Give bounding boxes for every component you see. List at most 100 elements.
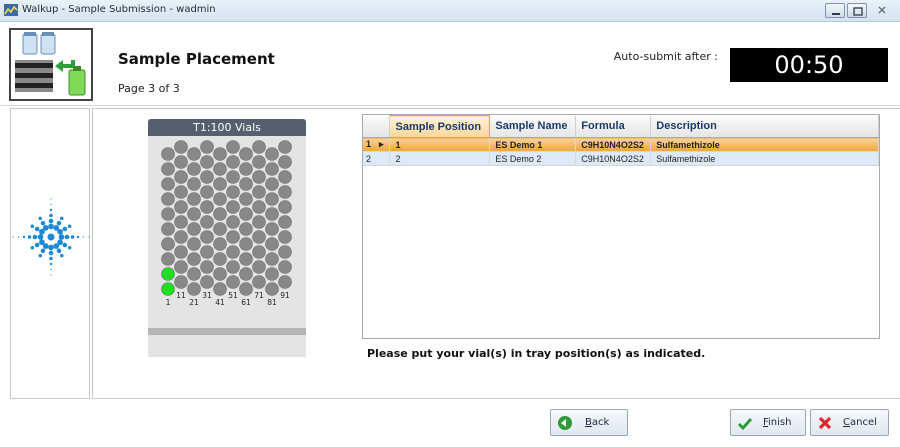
tray-column-label: 11 [176, 291, 186, 300]
window-title: Walkup - Sample Submission - wadmin [22, 4, 216, 15]
vial [278, 275, 292, 289]
vial [174, 200, 188, 214]
table-row[interactable]: 1 ▸ 1 ES Demo 1 C9H10N4O2S2 Sulfamethizol… [363, 137, 879, 152]
maximize-button[interactable] [847, 3, 867, 18]
vial [200, 185, 214, 199]
table-row[interactable]: 2 2 ES Demo 2 C9H10N4O2S2 Sulfamethizole [363, 151, 879, 166]
minimize-icon [832, 13, 840, 15]
maximize-icon [853, 7, 863, 16]
page-title: Sample Placement [118, 50, 275, 68]
vial [226, 140, 240, 154]
tray-column-label: 31 [202, 291, 212, 300]
tray-footer-bar [148, 328, 306, 335]
vial [239, 222, 253, 236]
vial [174, 230, 188, 244]
vial [174, 155, 188, 169]
cell-formula[interactable]: C9H10N4O2S2 [575, 151, 652, 166]
tray-column-label: 21 [189, 298, 199, 307]
vial [239, 267, 253, 281]
vial [213, 267, 227, 281]
vial-highlighted [161, 282, 175, 296]
tray-column-label: 51 [228, 291, 238, 300]
vial [187, 222, 201, 236]
vial [174, 140, 188, 154]
vial [226, 230, 240, 244]
vial [239, 192, 253, 206]
vial [213, 222, 227, 236]
vial [187, 177, 201, 191]
column-header-sample-position[interactable]: Sample Position [389, 115, 491, 138]
vial [265, 267, 279, 281]
column-header-description[interactable]: Description [650, 115, 879, 138]
row-header: 2 [363, 151, 391, 166]
left-panel [10, 108, 90, 399]
cell-sample-name[interactable]: ES Demo 1 [489, 137, 577, 152]
vial [252, 140, 266, 154]
vial [252, 230, 266, 244]
finish-button[interactable]: Finish [730, 409, 806, 436]
vial [265, 192, 279, 206]
vial [226, 155, 240, 169]
sample-grid[interactable]: Sample Position Sample Name Formula Desc… [362, 114, 880, 339]
vial [187, 207, 201, 221]
vial [200, 275, 214, 289]
vial [174, 185, 188, 199]
cell-description[interactable]: Sulfamethizole [650, 137, 879, 152]
agilent-logo-icon [12, 198, 90, 276]
page-header: Sample Placement Page 3 of 3 Auto-submit… [0, 22, 900, 106]
vial [265, 222, 279, 236]
vial [278, 140, 292, 154]
vial [213, 282, 227, 296]
cell-sample-position[interactable]: 2 [389, 151, 491, 166]
vial [174, 260, 188, 274]
vial [278, 170, 292, 184]
vial [161, 237, 175, 251]
vial [174, 275, 188, 289]
cell-sample-position[interactable]: 1 [389, 137, 491, 152]
cell-description[interactable]: Sulfamethizole [650, 151, 879, 166]
vial [200, 215, 214, 229]
vial [265, 162, 279, 176]
column-header-formula[interactable]: Formula [575, 115, 652, 138]
vial [213, 237, 227, 251]
cell-sample-name[interactable]: ES Demo 2 [489, 151, 577, 166]
minimize-button[interactable] [825, 3, 845, 18]
row-header: 1 ▸ [363, 137, 391, 152]
vial [239, 147, 253, 161]
vial [161, 162, 175, 176]
back-button[interactable]: Back [550, 409, 628, 436]
vial [174, 245, 188, 259]
vial [213, 192, 227, 206]
vial [200, 170, 214, 184]
vial [278, 155, 292, 169]
tray-column-label: 1 [166, 298, 171, 307]
instruction-text: Please put your vial(s) in tray position… [367, 347, 706, 360]
vial [187, 162, 201, 176]
vial [226, 200, 240, 214]
app-icon [4, 4, 18, 16]
cancel-button[interactable]: Cancel [810, 409, 889, 436]
vial [226, 170, 240, 184]
vial [278, 200, 292, 214]
vial [200, 230, 214, 244]
cell-formula[interactable]: C9H10N4O2S2 [575, 137, 652, 152]
tray-vial-map: 1112131415161718191 [161, 140, 292, 307]
vial [226, 245, 240, 259]
vial [226, 260, 240, 274]
vial [226, 275, 240, 289]
vial [278, 230, 292, 244]
vial [213, 207, 227, 221]
vial [265, 147, 279, 161]
vial [213, 147, 227, 161]
vial [213, 162, 227, 176]
vial [226, 185, 240, 199]
close-button[interactable] [872, 3, 892, 18]
column-header-sample-name[interactable]: Sample Name [489, 115, 577, 138]
vial [187, 282, 201, 296]
tray-column-label: 91 [280, 291, 290, 300]
vial [200, 245, 214, 259]
vial [265, 252, 279, 266]
vial [265, 237, 279, 251]
auto-submit-label: Auto-submit after : [613, 50, 718, 63]
vial [174, 170, 188, 184]
